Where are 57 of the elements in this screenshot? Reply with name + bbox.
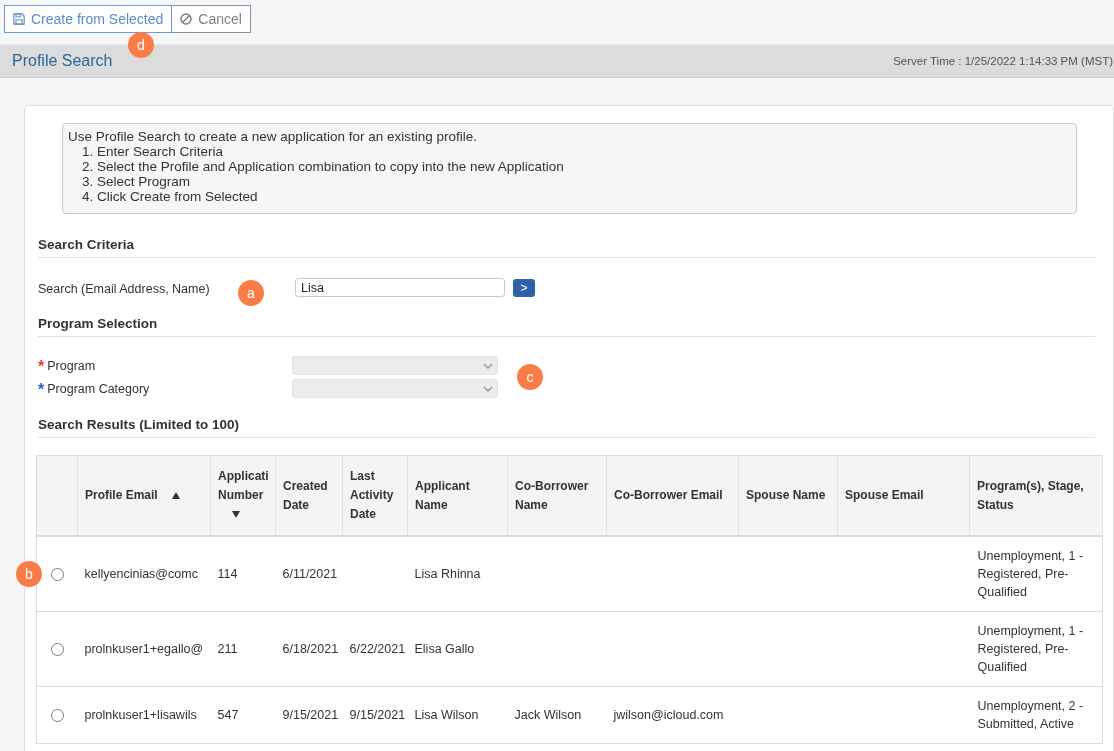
search-button[interactable]: > bbox=[513, 278, 535, 297]
section-heading: Program Selection bbox=[38, 315, 159, 333]
table-cell: 547 bbox=[210, 686, 276, 744]
radio-button[interactable] bbox=[50, 709, 64, 723]
radio-button[interactable] bbox=[50, 643, 64, 657]
server-time: Server Time : 1/25/2022 1:14:33 PM (MST) bbox=[893, 55, 1113, 67]
column-header[interactable]: Profile Email bbox=[77, 455, 211, 536]
instruction-step: 1. Enter Search Criteria bbox=[82, 144, 224, 159]
column-header[interactable]: Applicati Number bbox=[210, 455, 276, 536]
section-heading: Search Criteria bbox=[38, 236, 136, 254]
table-cell: 9/15/2021 bbox=[342, 686, 408, 744]
table-cell: jwilson@icloud.com bbox=[606, 686, 739, 744]
table-cell: Lisa Wilson bbox=[407, 686, 508, 744]
table-cell: 9/15/2021 bbox=[275, 686, 343, 744]
table-cell: Lisa Rhinna bbox=[407, 536, 508, 612]
search-field[interactable]: Lisa bbox=[295, 278, 505, 297]
field-label: Program bbox=[47, 358, 96, 373]
annotation-marker: a bbox=[238, 280, 264, 306]
instruction-text: Use Profile Search to create a new application for an existing profile. bbox=[68, 129, 477, 144]
table-cell: Unemployment, 1 - Registered, Pre-Qualified bbox=[969, 536, 1103, 612]
column-header[interactable]: Co-Borrower Email bbox=[606, 455, 739, 536]
instruction-step: 4. Click Create from Selected bbox=[82, 189, 258, 204]
page-title: Profile Search bbox=[12, 52, 113, 70]
radio-button[interactable] bbox=[50, 568, 64, 582]
column-header[interactable]: Applicant Name bbox=[407, 455, 508, 536]
annotation-marker: b bbox=[16, 561, 42, 587]
column-header[interactable]: Created Date bbox=[275, 455, 343, 536]
column-header[interactable]: Co-Borrower Name bbox=[507, 455, 607, 536]
table-cell: kellyencinias@comc bbox=[77, 536, 211, 612]
annotation-marker: c bbox=[517, 364, 543, 390]
required-mark: * bbox=[38, 358, 45, 373]
table-cell: prolnkuser1+egallo@ bbox=[77, 611, 211, 687]
instruction-step: 2. Select the Profile and Application combination to copy into the new Application bbox=[82, 159, 564, 174]
table-cell: 6/18/2021 bbox=[275, 611, 343, 687]
chevron-down-icon bbox=[483, 385, 493, 392]
table-cell: 211 bbox=[210, 611, 276, 687]
field-label: Search (Email Address, Name) bbox=[38, 281, 210, 296]
table-cell: Elisa Gallo bbox=[407, 611, 508, 687]
table-cell: Jack Wilson bbox=[507, 686, 607, 744]
table-cell: prolnkuser1+lisawils bbox=[77, 686, 211, 744]
table-cell: Unemployment, 2 - Submitted, Active bbox=[969, 686, 1103, 744]
column-header[interactable]: Last Activity Date bbox=[342, 455, 408, 536]
section-heading: Search Results (Limited to 100) bbox=[38, 416, 241, 434]
column-header[interactable]: Spouse Name bbox=[738, 455, 838, 536]
circle-slash-icon bbox=[180, 13, 193, 25]
table-cell: 114 bbox=[210, 536, 276, 612]
table-cell: 6/11/2021 bbox=[275, 536, 343, 612]
column-header[interactable]: Spouse Email bbox=[837, 455, 970, 536]
table-cell: Unemployment, 1 - Registered, Pre-Qualified bbox=[969, 611, 1103, 687]
required-mark: * bbox=[38, 381, 45, 396]
instruction-step: 3. Select Program bbox=[82, 174, 191, 189]
table-cell: 6/22/2021 bbox=[342, 611, 408, 687]
field-label: Program Category bbox=[47, 381, 150, 396]
create-button[interactable]: Create from Selected bbox=[4, 5, 173, 33]
cancel-button[interactable]: Cancel bbox=[172, 5, 251, 33]
column-header[interactable]: Program(s), Stage, Status bbox=[969, 455, 1103, 536]
chevron-down-icon bbox=[483, 362, 493, 369]
